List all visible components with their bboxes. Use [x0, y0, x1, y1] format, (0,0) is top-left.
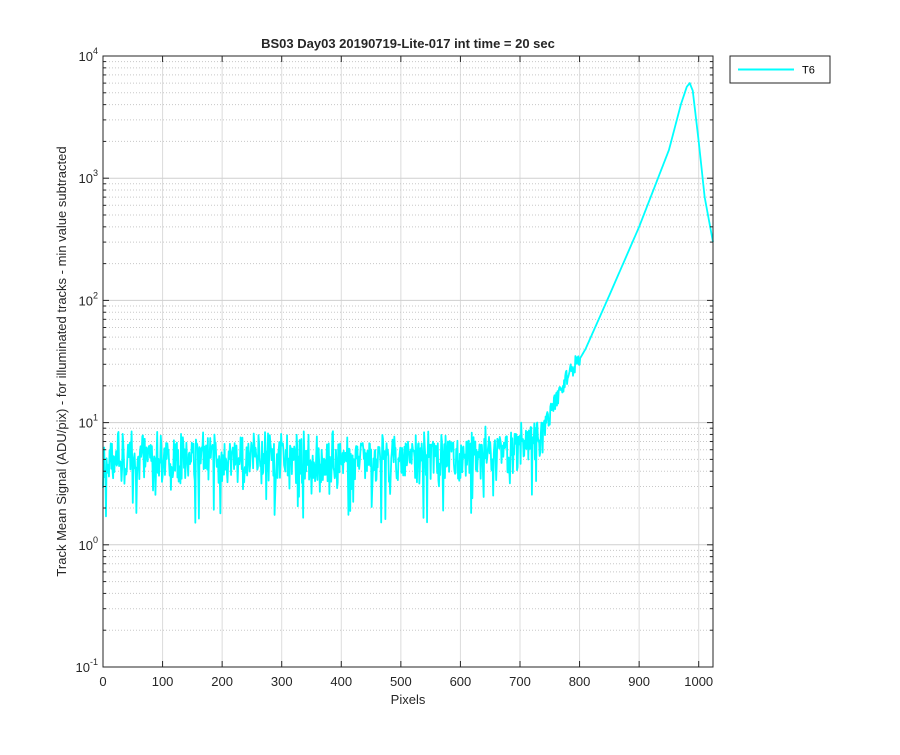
- y-tick-base: 10: [79, 416, 93, 431]
- x-tick-label: 800: [569, 674, 591, 689]
- y-tick-exponent: 3: [93, 168, 98, 178]
- chart-title: BS03 Day03 20190719-Lite-017 int time = …: [261, 36, 555, 51]
- y-tick-exponent: 4: [93, 46, 98, 56]
- x-tick-label: 500: [390, 674, 412, 689]
- x-tick-label: 600: [450, 674, 472, 689]
- x-axis-label: Pixels: [391, 692, 426, 707]
- x-tick-label: 900: [628, 674, 650, 689]
- y-tick-base: 10: [79, 171, 93, 186]
- x-tick-label: 700: [509, 674, 531, 689]
- figure: 0 100 200 300 400 500 600 700 800 900 1000 10-1 100 1…: [0, 0, 900, 750]
- y-tick-exponent: -1: [90, 657, 98, 667]
- legend[interactable]: T6: [729, 55, 831, 84]
- y-tick-base: 10: [79, 293, 93, 308]
- y-tick-base: 10: [76, 660, 90, 675]
- x-tick-label: 100: [152, 674, 174, 689]
- chart-svg: 0 100 200 300 400 500 600 700 800 900 100010-11001…: [0, 0, 900, 750]
- x-tick-label: 300: [271, 674, 293, 689]
- x-tick-label: 400: [330, 674, 352, 689]
- x-tick-label: 1000: [684, 674, 713, 689]
- y-tick-exponent: 0: [93, 535, 98, 545]
- y-tick-exponent: 2: [93, 290, 98, 300]
- y-tick-exponent: 1: [93, 413, 98, 423]
- x-tick-label: 200: [211, 674, 233, 689]
- legend-label-t6: T6: [802, 65, 815, 77]
- y-tick-base: 10: [79, 538, 93, 553]
- x-tick-label: 0: [99, 674, 106, 689]
- y-tick-base: 10: [79, 49, 93, 64]
- y-axis-label: Track Mean Signal (ADU/pix) - for illumi…: [54, 146, 69, 576]
- plot-area: [103, 56, 713, 667]
